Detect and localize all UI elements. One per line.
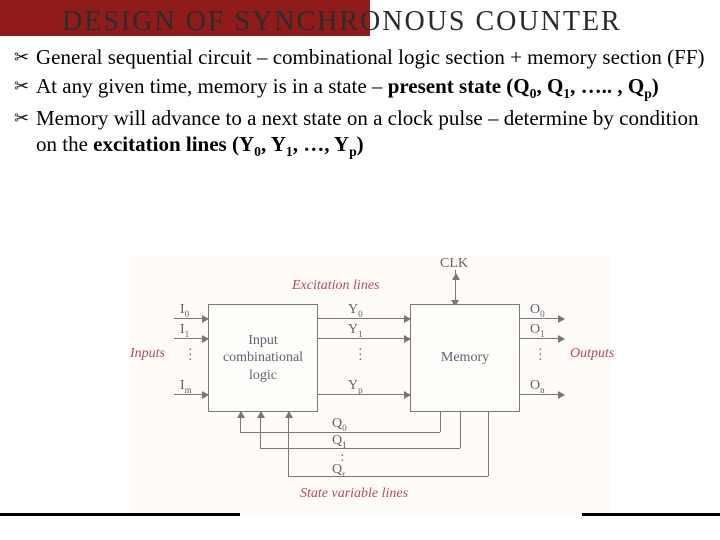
box-memory: Memory: [410, 304, 520, 412]
footer-rule-left: [0, 513, 240, 516]
bullet-text: General sequential circuit – combination…: [36, 44, 706, 71]
signal-label: Y0: [348, 302, 363, 319]
signal-label: I0: [180, 302, 189, 319]
bullet-item: ✂ At any given time, memory is in a stat…: [14, 73, 706, 103]
box-combinational-logic: Input combinational logic: [208, 304, 318, 412]
footer-rule-right: [582, 513, 720, 516]
clk-label: CLK: [440, 256, 468, 272]
bullet-icon: ✂: [14, 73, 36, 103]
inputs-label: Inputs: [130, 346, 165, 362]
bullet-list: ✂ General sequential circuit – combinati…: [14, 44, 706, 163]
bullet-text: Memory will advance to a next state on a…: [36, 105, 706, 162]
signal-label: Qr: [332, 462, 345, 479]
signal-label: I1: [180, 322, 189, 339]
signal-label: Yp: [348, 378, 363, 395]
excitation-arrow: [318, 318, 410, 319]
slide-title: DESIGN OF SYNCHRONOUS COUNTER: [62, 6, 622, 38]
bullet-icon: ✂: [14, 105, 36, 162]
feedback-line: [288, 412, 289, 476]
feedback-line: [260, 412, 261, 448]
excitation-arrow: [318, 338, 410, 339]
signal-label: Q1: [332, 433, 347, 450]
excitation-label: Excitation lines: [292, 278, 379, 294]
bullet-text: At any given time, memory is in a state …: [36, 73, 706, 103]
clk-line: [455, 270, 456, 304]
statevar-label: State variable lines: [300, 486, 408, 502]
signal-label: Im: [180, 378, 192, 395]
signal-label: Y1: [348, 322, 363, 339]
signal-label: O1: [530, 322, 545, 339]
feedback-line: [240, 412, 241, 432]
bullet-item: ✂ Memory will advance to a next state on…: [14, 105, 706, 162]
bullet-icon: ✂: [14, 44, 36, 71]
bullet-item: ✂ General sequential circuit – combinati…: [14, 44, 706, 71]
excitation-arrow: [318, 394, 410, 395]
block-diagram: CLK Excitation lines Input combinational…: [130, 256, 610, 514]
signal-label: Q0: [332, 416, 347, 433]
signal-label: On: [530, 378, 545, 395]
outputs-label: Outputs: [570, 346, 614, 362]
signal-label: O0: [530, 302, 545, 319]
